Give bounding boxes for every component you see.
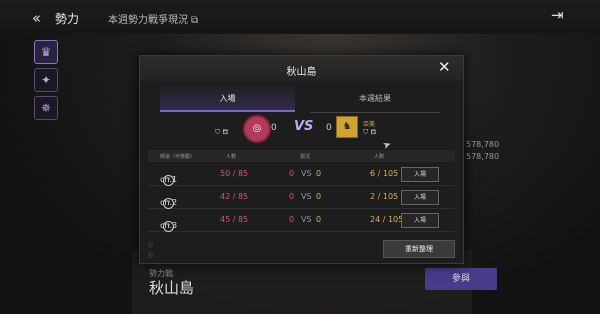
vs-logo: VS (294, 119, 314, 134)
column-header: 人數 (374, 154, 385, 160)
refresh-button[interactable]: 重新整理 (383, 240, 455, 258)
territory-name: 秋山島 (149, 279, 195, 297)
dialog-tabs: 入場 本週結果 (140, 82, 463, 113)
help-icon[interactable]: ? (163, 221, 174, 232)
table-row: ch.2? 42 / 85 0 VS 0 2 / 105 入場 (148, 186, 455, 209)
info-icon: ⓘ (148, 243, 154, 249)
vs-label: VS (301, 169, 312, 178)
right-count: 2 / 105 (370, 192, 399, 201)
sidebar-item-network[interactable]: ✦ (34, 68, 58, 92)
team-left-emblem: ◎ (243, 115, 271, 143)
background-number: 578,780 (466, 140, 500, 149)
team-left-icons: ⛉ ⛾ (215, 128, 229, 136)
network-icon: ✦ (40, 73, 52, 87)
team-right-score: 0 (326, 123, 332, 133)
right-score: 0 (316, 169, 322, 178)
top-bar: ‹‹ 勢力 本週勢力戰爭現況 ⧉ ⇥ (0, 0, 600, 34)
team-right-name: 亞美 (363, 121, 376, 128)
page-subtitle: 本週勢力戰爭現況 ⧉ (108, 15, 199, 26)
left-count: 50 / 85 (220, 169, 249, 178)
left-count: 42 / 85 (220, 192, 249, 201)
left-score: 0 (289, 192, 295, 201)
team-right-icons: ⛉ ⛾ (363, 128, 377, 136)
participate-button[interactable]: 參與 (425, 268, 497, 290)
table-row: ch.3? 45 / 85 0 VS 0 24 / 105 入場 (148, 209, 455, 232)
enter-button[interactable]: 入場 (401, 167, 439, 182)
copy-icon[interactable]: ⧉ (191, 15, 198, 26)
column-header: 人數 (226, 154, 237, 160)
tab-weekly-result[interactable]: 本週結果 (310, 82, 440, 113)
dialog-header: 秋山島 ✕ (140, 56, 463, 81)
help-icon[interactable]: ? (163, 198, 174, 209)
enter-button[interactable]: 入場 (401, 190, 439, 205)
info-notes: ⓘ ⓘ (148, 241, 153, 261)
right-count: 6 / 105 (370, 169, 399, 178)
dialog-title: 秋山島 (286, 67, 317, 78)
sidebar-item-crest[interactable]: ♛ (34, 40, 58, 64)
right-score: 0 (316, 192, 322, 201)
enter-button[interactable]: 入場 (401, 213, 439, 228)
tab-enter[interactable]: 入場 (160, 82, 295, 112)
info-icon: ⓘ (148, 253, 154, 259)
table-row: ch.1? 50 / 85 0 VS 0 6 / 105 入場 (148, 163, 455, 186)
close-icon[interactable]: ✕ (438, 60, 451, 75)
left-count: 45 / 85 (220, 215, 249, 224)
team-left-score: 0 (271, 123, 277, 133)
castle-icon: ✵ (40, 101, 52, 115)
back-button[interactable]: ‹‹ (32, 9, 41, 27)
column-header: 現況 (300, 154, 311, 160)
left-score: 0 (289, 215, 295, 224)
vs-label: VS (301, 215, 312, 224)
right-score: 0 (316, 215, 322, 224)
column-header: 頻道（可移動） (160, 154, 196, 160)
team-right-emblem: ♞ (336, 116, 358, 138)
sidebar-item-castle[interactable]: ✵ (34, 96, 58, 120)
page-title: 勢力 (55, 12, 80, 26)
territory-dialog: 秋山島 ✕ 入場 本週結果 ⛉ ⛾ ◎ 0 VS 0 ♞ 亞美 ⛉ ⛾ ➤ 頻道… (139, 55, 464, 264)
background-number: 578,780 (466, 152, 500, 161)
left-score: 0 (289, 169, 295, 178)
table-header: 頻道（可移動） 人數 現況 人數 (148, 150, 455, 162)
right-count: 24 / 105 (370, 215, 404, 224)
help-icon[interactable]: ? (163, 175, 174, 186)
vs-label: VS (301, 192, 312, 201)
exit-icon[interactable]: ⇥ (551, 6, 564, 24)
crest-icon: ♛ (40, 45, 52, 59)
